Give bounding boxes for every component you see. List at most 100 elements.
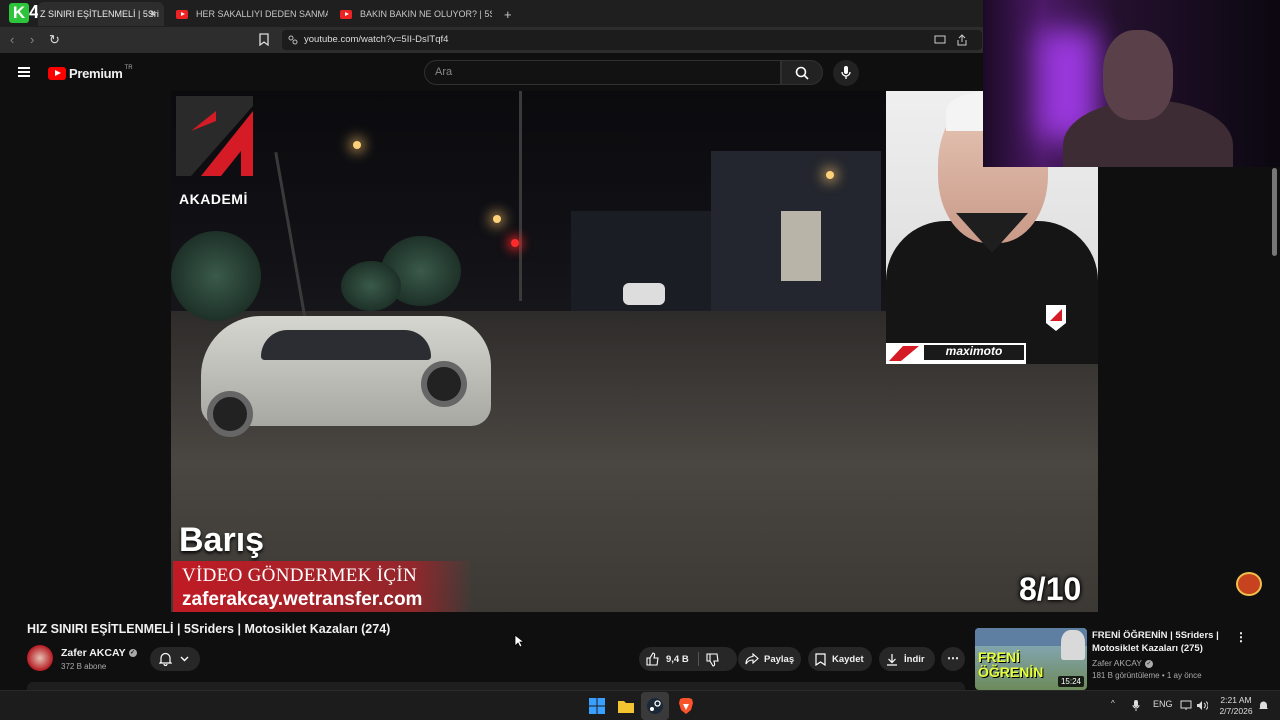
steam-taskbar-button[interactable] <box>641 692 669 720</box>
input-language[interactable]: ENG <box>1153 699 1173 709</box>
like-count: 9,4 B <box>666 653 689 665</box>
shirt-logo-icon <box>1046 305 1066 331</box>
youtube-premium-logo[interactable]: Premium TR <box>48 64 133 81</box>
system-clock[interactable]: 2:21 AM 2/7/2026 <box>1214 695 1258 717</box>
search-icon <box>795 66 809 80</box>
clock-time: 2:21 AM <box>1220 695 1252 705</box>
recommended-meta: 181 B görüntüleme • 1 ay önce <box>1092 671 1202 680</box>
video-scene-streetlight <box>493 215 501 223</box>
file-explorer-icon[interactable] <box>616 696 636 716</box>
cast-icon[interactable] <box>934 35 946 45</box>
browser-tab[interactable]: BAKIN BAKIN NE OLUYOR? | 5Sriders <box>330 2 492 26</box>
network-icon[interactable] <box>1180 700 1192 711</box>
logo-brand: Premium <box>69 66 123 81</box>
recommended-thumbnail[interactable]: FRENİ ÖĞRENİN 15:24 <box>975 628 1087 690</box>
tab-label: BAKIN BAKIN NE OLUYOR? | 5Sriders <box>360 9 492 19</box>
subscriber-count: 372 B abone <box>61 662 107 671</box>
site-info-icon[interactable] <box>288 35 298 45</box>
maximoto-logo-icon <box>889 346 919 361</box>
download-button[interactable]: İndir <box>879 647 935 671</box>
video-scene-pole <box>519 91 522 301</box>
video-scene-streetlight <box>826 171 834 179</box>
webcam-overlay <box>983 0 1280 167</box>
voice-search-button[interactable] <box>833 60 859 86</box>
channel-watermark-icon[interactable] <box>1236 572 1262 596</box>
share-button[interactable]: Paylaş <box>738 647 801 671</box>
share-page-icon[interactable] <box>956 34 968 46</box>
logo-region: TR <box>124 64 133 71</box>
channel-name[interactable]: Zafer AKCAY ✓ <box>61 647 137 659</box>
clock-date: 2/7/2026 <box>1219 706 1253 716</box>
car-window <box>261 330 431 360</box>
like-button[interactable]: 9,4 B <box>646 652 689 666</box>
notification-bell-button[interactable] <box>150 647 200 671</box>
tab-label: HER SAKALLIYI DEDEN SANMA | 5Sri <box>196 9 328 19</box>
notification-center-icon[interactable] <box>1258 700 1269 712</box>
video-scene-tree <box>171 231 261 321</box>
thumbnail-presenter <box>1061 630 1085 660</box>
share-label: Paylaş <box>764 653 795 665</box>
browser-tab-active[interactable]: Z SINIRI EŞİTLENMELİ | 5Sri × <box>38 2 164 26</box>
reload-icon[interactable]: ↻ <box>49 32 60 48</box>
volume-icon[interactable] <box>1196 700 1208 711</box>
download-label: İndir <box>904 653 925 665</box>
academy-label: AKADEMİ <box>179 191 248 207</box>
webcam-person-face <box>1103 30 1173 120</box>
back-icon[interactable]: ‹ <box>10 32 14 47</box>
clip-counter: 8/10 <box>1019 571 1082 607</box>
recommended-channel[interactable]: Zafer AKCAY ✓ <box>1092 658 1153 668</box>
url-text: youtube.com/watch?v=5II-DsITqf4 <box>304 34 449 45</box>
video-title: HIZ SINIRI EŞİTLENMELİ | 5Sriders | Moto… <box>27 622 391 636</box>
save-button[interactable]: Kaydet <box>808 647 872 671</box>
banner-line-2: zaferakcay.wetransfer.com <box>182 589 423 610</box>
like-dislike-group: 9,4 B <box>639 647 737 671</box>
tab-label: Z SINIRI EŞİTLENMELİ | 5Sri <box>40 9 159 19</box>
brave-browser-icon[interactable] <box>676 696 696 716</box>
recommended-title[interactable]: FRENİ ÖĞRENİN | 5Sriders | Motosiklet Ka… <box>1092 629 1227 655</box>
channel-name-text: Zafer AKCAY <box>61 647 126 659</box>
dislike-button[interactable] <box>706 653 720 667</box>
submission-banner: VİDEO GÖNDERMEK İÇİN zaferakcay.wetransf… <box>173 561 473 612</box>
video-duration: 15:24 <box>1057 676 1084 687</box>
search-input[interactable]: Ara <box>424 60 781 85</box>
video-scene-streetlight <box>353 141 361 149</box>
tray-mic-icon[interactable] <box>1132 699 1140 712</box>
recommended-channel-name: Zafer AKCAY <box>1092 658 1142 668</box>
menu-icon[interactable] <box>18 67 30 77</box>
recommended-menu-icon[interactable]: ⋮ <box>1235 630 1247 644</box>
video-scene-car <box>623 283 665 305</box>
chevron-down-icon <box>180 656 189 662</box>
video-scene-traffic-light <box>511 239 519 247</box>
channel-avatar[interactable] <box>27 645 53 671</box>
youtube-play-icon <box>48 67 66 80</box>
download-icon <box>887 653 897 666</box>
youtube-favicon-icon <box>176 9 188 19</box>
car-wheel <box>421 361 467 407</box>
video-scene-sign <box>781 211 821 281</box>
description-box[interactable] <box>27 682 965 690</box>
verified-icon: ✓ <box>1144 659 1153 668</box>
browser-tab[interactable]: HER SAKALLIYI DEDEN SANMA | 5Sri <box>166 2 328 26</box>
save-icon <box>815 652 826 666</box>
forward-icon[interactable]: › <box>30 32 34 47</box>
maximoto-banner: maximoto <box>886 343 1026 364</box>
bookmark-icon[interactable] <box>259 33 269 46</box>
microphone-icon <box>841 66 851 79</box>
more-actions-button[interactable]: ⋯ <box>941 647 965 671</box>
video-scene-tree <box>341 261 401 311</box>
mouse-cursor-icon <box>514 634 524 648</box>
save-label: Kaydet <box>832 653 864 665</box>
youtube-favicon-icon <box>340 9 352 19</box>
tab-close-icon[interactable]: × <box>150 8 156 20</box>
windows-start-icon[interactable] <box>587 696 607 716</box>
windows-taskbar: ^ ENG 2:21 AM 2/7/2026 <box>0 690 1280 720</box>
sender-name-overlay: Barış <box>179 521 265 559</box>
address-bar[interactable]: youtube.com/watch?v=5II-DsITqf4 <box>282 30 982 50</box>
tray-overflow-icon[interactable]: ^ <box>1111 699 1115 708</box>
steam-icon <box>647 698 663 714</box>
bell-icon <box>159 652 172 666</box>
page-scrollbar[interactable] <box>1272 168 1277 256</box>
share-icon <box>745 653 759 665</box>
new-tab-button[interactable]: + <box>494 2 518 26</box>
search-button[interactable] <box>781 60 823 85</box>
